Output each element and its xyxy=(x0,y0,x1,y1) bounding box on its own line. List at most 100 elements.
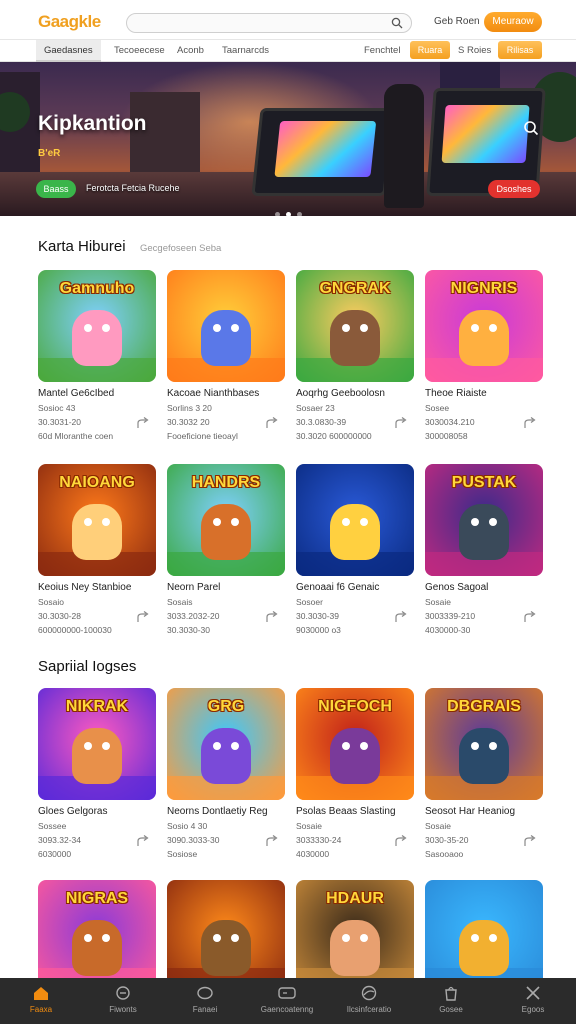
tab-gamepad[interactable]: Gaencoatenng xyxy=(246,978,328,1024)
carousel-dot[interactable] xyxy=(275,212,280,216)
game-name[interactable]: Psolas Beaas Slasting xyxy=(296,806,396,817)
nav-item-3[interactable]: Taarnarcds xyxy=(222,40,269,62)
nav-pill-2[interactable]: Rilisas xyxy=(498,41,542,59)
game-meta: 60d Mloranthe coen xyxy=(38,431,114,441)
tab-label: Gaencoatenng xyxy=(260,1005,314,1014)
tab-globe[interactable]: Ilcsinfceratio xyxy=(328,978,410,1024)
game-thumbnail[interactable] xyxy=(296,464,414,576)
game-card[interactable]: DBGRAIS Seosot Har Heaniog Sosaie 3030-35-2… xyxy=(425,688,543,860)
game-thumbnail[interactable]: HANDRS xyxy=(167,464,285,576)
game-name[interactable]: Neorn Parel xyxy=(167,582,220,593)
share-icon[interactable] xyxy=(265,416,279,430)
game-card[interactable]: NAIOANG Keoius Ney Stanbioe Sosaio 30.3030-… xyxy=(38,464,156,636)
game-meta: 3030034.210 xyxy=(425,417,475,427)
share-icon[interactable] xyxy=(394,834,408,848)
game-name[interactable]: Mantel Ge6cIbed xyxy=(38,388,114,399)
game-card[interactable]: NIGNRIS Theoe Riaiste Sosee 3030034.210 3000… xyxy=(425,270,543,442)
game-card[interactable]: HANDRS Neorn Parel Sosais 3033.2032-20 30.30… xyxy=(167,464,285,636)
game-thumbnail[interactable]: NIKRAK xyxy=(38,688,156,800)
game-meta: Sosioc 43 xyxy=(38,403,76,413)
share-icon[interactable] xyxy=(265,834,279,848)
game-name[interactable]: Seosot Har Heaniog xyxy=(425,806,515,817)
game-name[interactable]: Kacoae Nianthbases xyxy=(167,388,259,399)
game-character xyxy=(72,310,122,366)
share-icon[interactable] xyxy=(136,610,150,624)
nav-item-1[interactable]: Tecoeecese xyxy=(114,40,165,62)
game-meta: Sosais xyxy=(167,597,193,607)
game-thumbnail[interactable] xyxy=(425,880,543,992)
game-character xyxy=(459,920,509,976)
game-name[interactable]: Genoaai f6 Genaic xyxy=(296,582,379,593)
game-meta: 6030000 xyxy=(38,849,72,859)
game-thumbnail[interactable]: PUSTAK xyxy=(425,464,543,576)
game-thumbnail[interactable]: DBGRAIS xyxy=(425,688,543,800)
game-card[interactable]: Gamnuho Mantel Ge6cIbed Sosioc 43 30.3031-2… xyxy=(38,270,156,442)
game-meta: Sosio 4 30 xyxy=(167,821,208,831)
nav-item-0[interactable]: Gaedasnes xyxy=(36,40,101,62)
game-card[interactable] xyxy=(167,880,285,992)
game-thumbnail[interactable] xyxy=(167,270,285,382)
game-thumbnail[interactable]: NAIOANG xyxy=(38,464,156,576)
tab-bag[interactable]: Gosee xyxy=(410,978,492,1024)
carousel-dot[interactable] xyxy=(286,212,291,216)
nav-right-text-1[interactable]: Fenchtel xyxy=(364,40,400,62)
game-name[interactable]: Gloes Gelgoras xyxy=(38,806,107,817)
share-icon[interactable] xyxy=(523,416,537,430)
nav-right-text-2[interactable]: S Roies xyxy=(458,40,491,62)
nav-pill-1[interactable]: Ruara xyxy=(410,41,450,59)
game-name[interactable]: Aoqrhg Geeboolosn xyxy=(296,388,385,399)
game-meta: Sossee xyxy=(38,821,67,831)
game-name[interactable]: Genos Sagoal xyxy=(425,582,488,593)
game-thumbnail[interactable]: HDAUR xyxy=(296,880,414,992)
game-thumbnail[interactable]: NIGNRIS xyxy=(425,270,543,382)
game-meta: Fooeficione tieoayl xyxy=(167,431,238,441)
share-icon[interactable] xyxy=(523,610,537,624)
game-thumbnail[interactable]: GNGRAK xyxy=(296,270,414,382)
game-card[interactable] xyxy=(425,880,543,992)
game-card[interactable]: GNGRAK Aoqrhg Geeboolosn Sosaer 23 30.3.083… xyxy=(296,270,414,442)
game-card[interactable]: NIGFOCH Psolas Beaas Slasting Sosaie 303333… xyxy=(296,688,414,860)
share-icon[interactable] xyxy=(394,416,408,430)
share-icon[interactable] xyxy=(394,610,408,624)
share-icon[interactable] xyxy=(265,610,279,624)
tab-label: Ilcsinfceratio xyxy=(346,1005,392,1014)
game-card[interactable]: Genoaai f6 Genaic Sosoer 30.3030-39 9030000… xyxy=(296,464,414,636)
character-eye xyxy=(84,324,92,332)
search-icon[interactable] xyxy=(391,17,403,29)
game-card[interactable]: GRG Neorns Dontlaetiy Reg Sosio 4 30 3090.3… xyxy=(167,688,285,860)
game-thumbnail[interactable]: NIGRAS xyxy=(38,880,156,992)
search-icon[interactable] xyxy=(523,120,539,136)
carousel-dot[interactable] xyxy=(297,212,302,216)
game-thumbnail[interactable] xyxy=(167,880,285,992)
tab-chat[interactable]: Fanaei xyxy=(164,978,246,1024)
game-meta: Sosaie xyxy=(425,821,451,831)
hero-cta-button[interactable]: Baass xyxy=(36,180,76,198)
tab-circle[interactable]: Fiwonts xyxy=(82,978,164,1024)
share-icon[interactable] xyxy=(523,834,537,848)
game-card[interactable]: PUSTAK Genos Sagoal Sosaie 3003339-210 40300… xyxy=(425,464,543,636)
hero-banner[interactable]: Kipkantion B'eR Baass Ferotcta Fetcia Ru… xyxy=(0,62,576,216)
signup-button[interactable]: Meuraow xyxy=(484,12,542,32)
game-name[interactable]: Keoius Ney Stanbioe xyxy=(38,582,131,593)
logo[interactable]: Gaagkle xyxy=(38,12,101,32)
share-icon[interactable] xyxy=(136,416,150,430)
tab-tools[interactable]: Egoos xyxy=(492,978,574,1024)
share-icon[interactable] xyxy=(136,834,150,848)
game-thumbnail[interactable]: Gamnuho xyxy=(38,270,156,382)
game-meta: Sosiose xyxy=(167,849,198,859)
thumb-title: Gamnuho xyxy=(59,280,135,297)
game-thumbnail[interactable]: GRG xyxy=(167,688,285,800)
search-input[interactable] xyxy=(126,13,412,33)
carousel-dots xyxy=(272,204,305,216)
game-card[interactable]: HDAUR xyxy=(296,880,414,992)
game-card[interactable]: NIGRAS xyxy=(38,880,156,992)
signin-link[interactable]: Geb Roen xyxy=(434,16,480,27)
game-thumbnail[interactable]: NIGFOCH xyxy=(296,688,414,800)
tab-home[interactable]: Faaxa xyxy=(0,978,82,1024)
game-card[interactable]: NIKRAK Gloes Gelgoras Sossee 3093.32-34 6030… xyxy=(38,688,156,860)
game-card[interactable]: Kacoae Nianthbases Sorlins 3 20 30.3032 20… xyxy=(167,270,285,442)
hero-red-button[interactable]: Dsoshes xyxy=(488,180,540,198)
game-name[interactable]: Theoe Riaiste xyxy=(425,388,487,399)
game-name[interactable]: Neorns Dontlaetiy Reg xyxy=(167,806,268,817)
nav-item-2[interactable]: Aconb xyxy=(177,40,204,62)
